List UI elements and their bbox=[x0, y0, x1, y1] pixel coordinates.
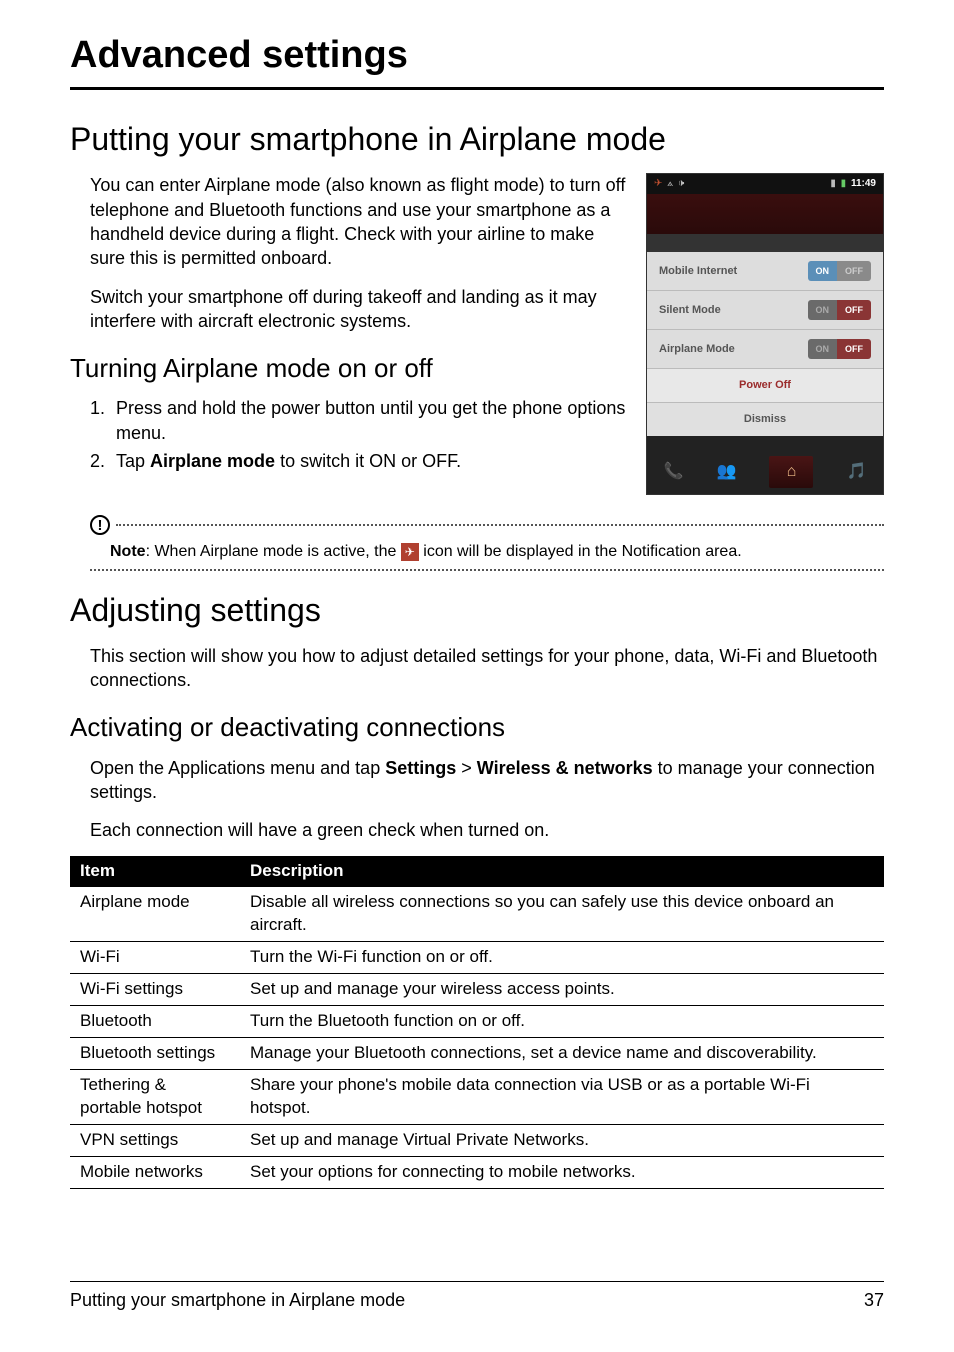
heading-airplane-mode: Putting your smartphone in Airplane mode bbox=[70, 118, 884, 161]
airplane-mode-toggle[interactable]: ON OFF bbox=[808, 339, 872, 359]
battery-icon: ▮ bbox=[841, 178, 847, 189]
menu-airplane-mode[interactable]: Airplane Mode ON OFF bbox=[647, 330, 883, 369]
cell-item: Tethering & portable hotspot bbox=[70, 1070, 240, 1125]
page-footer: Putting your smartphone in Airplane mode… bbox=[70, 1281, 884, 1312]
menu-mobile-internet[interactable]: Mobile Internet ON OFF bbox=[647, 252, 883, 291]
mobile-internet-toggle[interactable]: ON OFF bbox=[808, 261, 872, 281]
airplane-notification-icon: ✈ bbox=[401, 543, 419, 561]
home-icon[interactable]: ⌂ bbox=[769, 456, 813, 488]
phone-icon[interactable]: 📞 bbox=[664, 461, 684, 483]
page-number: 37 bbox=[864, 1288, 884, 1312]
p4-settings-bold: Settings bbox=[385, 758, 456, 778]
menu-power-off[interactable]: Power Off bbox=[647, 369, 883, 403]
status-time: 11:49 bbox=[851, 178, 876, 189]
cell-item: Bluetooth settings bbox=[70, 1038, 240, 1070]
chapter-title: Advanced settings bbox=[70, 30, 884, 90]
cell-item: VPN settings bbox=[70, 1124, 240, 1156]
cell-item: Bluetooth bbox=[70, 1006, 240, 1038]
p4-gt: > bbox=[456, 758, 477, 778]
airplane-status-icon: ✈ bbox=[654, 178, 662, 189]
contacts-icon[interactable]: 👥 bbox=[716, 461, 736, 483]
power-off-label: Power Off bbox=[739, 378, 791, 393]
menu-dismiss[interactable]: Dismiss bbox=[647, 403, 883, 436]
menu-silent-mode[interactable]: Silent Mode ON OFF bbox=[647, 291, 883, 330]
toggle-on: ON bbox=[808, 261, 838, 281]
note-pre: : When Airplane mode is active, the bbox=[146, 543, 401, 560]
cell-desc: Set up and manage Virtual Private Networ… bbox=[240, 1124, 884, 1156]
table-row: VPN settingsSet up and manage Virtual Pr… bbox=[70, 1124, 884, 1156]
step-2-bold: Airplane mode bbox=[150, 451, 275, 471]
vibrate-status-icon: 🕩 bbox=[678, 178, 684, 189]
note-block: ! Note: When Airplane mode is active, th… bbox=[90, 515, 884, 571]
gray-band bbox=[647, 234, 883, 252]
heading-activating-connections: Activating or deactivating connections bbox=[70, 710, 884, 745]
toggle-on: ON bbox=[808, 300, 838, 320]
p4-wireless-bold: Wireless & networks bbox=[477, 758, 653, 778]
p4-pre: Open the Applications menu and tap bbox=[90, 758, 385, 778]
cell-desc: Turn the Bluetooth function on or off. bbox=[240, 1006, 884, 1038]
table-row: BluetoothTurn the Bluetooth function on … bbox=[70, 1006, 884, 1038]
music-icon[interactable]: 🎵 bbox=[847, 461, 867, 483]
signal-icon: ▮ bbox=[830, 178, 836, 189]
table-row: Bluetooth settingsManage your Bluetooth … bbox=[70, 1038, 884, 1070]
footer-title: Putting your smartphone in Airplane mode bbox=[70, 1288, 405, 1312]
status-bar: ✈ ⟑ 🕩 ▮ ▮ 11:49 bbox=[647, 174, 883, 194]
toggle-off: OFF bbox=[837, 300, 871, 320]
airplane-mode-label: Airplane Mode bbox=[659, 342, 735, 357]
dismiss-label: Dismiss bbox=[744, 412, 786, 427]
cell-desc: Set up and manage your wireless access p… bbox=[240, 974, 884, 1006]
cell-item: Airplane mode bbox=[70, 887, 240, 941]
note-label: Note bbox=[110, 543, 146, 560]
step-2-suffix: to switch it ON or OFF. bbox=[275, 451, 461, 471]
note-post: icon will be displayed in the Notificati… bbox=[419, 543, 742, 560]
cell-item: Mobile networks bbox=[70, 1156, 240, 1188]
table-row: Tethering & portable hotspotShare your p… bbox=[70, 1070, 884, 1125]
heading-adjusting-settings: Adjusting settings bbox=[70, 589, 884, 632]
cell-desc: Manage your Bluetooth connections, set a… bbox=[240, 1038, 884, 1070]
cell-item: Wi-Fi bbox=[70, 942, 240, 974]
cell-desc: Share your phone's mobile data connectio… bbox=[240, 1070, 884, 1125]
col-header-description: Description bbox=[240, 856, 884, 887]
step-2-prefix: Tap bbox=[116, 451, 150, 471]
wifi-status-icon: ⟑ bbox=[667, 178, 673, 189]
toggle-off: OFF bbox=[837, 261, 871, 281]
red-band bbox=[647, 194, 883, 234]
toggle-on: ON bbox=[808, 339, 838, 359]
col-header-item: Item bbox=[70, 856, 240, 887]
table-row: Wi-Fi settingsSet up and manage your wir… bbox=[70, 974, 884, 1006]
silent-mode-label: Silent Mode bbox=[659, 303, 721, 318]
cell-desc: Turn the Wi-Fi function on or off. bbox=[240, 942, 884, 974]
cell-desc: Disable all wireless connections so you … bbox=[240, 887, 884, 941]
paragraph-green-check: Each connection will have a green check … bbox=[90, 818, 884, 842]
settings-table: Item Description Airplane modeDisable al… bbox=[70, 856, 884, 1188]
divider-band bbox=[647, 436, 883, 450]
phone-screenshot: ✈ ⟑ 🕩 ▮ ▮ 11:49 Mobile Internet ON OFF bbox=[646, 173, 884, 495]
table-row: Mobile networksSet your options for conn… bbox=[70, 1156, 884, 1188]
table-row: Airplane modeDisable all wireless connec… bbox=[70, 887, 884, 941]
paragraph-open-app-menu: Open the Applications menu and tap Setti… bbox=[90, 756, 884, 805]
cell-desc: Set your options for connecting to mobil… bbox=[240, 1156, 884, 1188]
paragraph-adjusting: This section will show you how to adjust… bbox=[90, 644, 884, 693]
toggle-off: OFF bbox=[837, 339, 871, 359]
table-row: Wi-FiTurn the Wi-Fi function on or off. bbox=[70, 942, 884, 974]
silent-mode-toggle[interactable]: ON OFF bbox=[808, 300, 872, 320]
mobile-internet-label: Mobile Internet bbox=[659, 264, 737, 279]
alert-icon: ! bbox=[90, 515, 110, 535]
dock: 📞 👥 ⌂ 🎵 bbox=[647, 450, 883, 494]
cell-item: Wi-Fi settings bbox=[70, 974, 240, 1006]
